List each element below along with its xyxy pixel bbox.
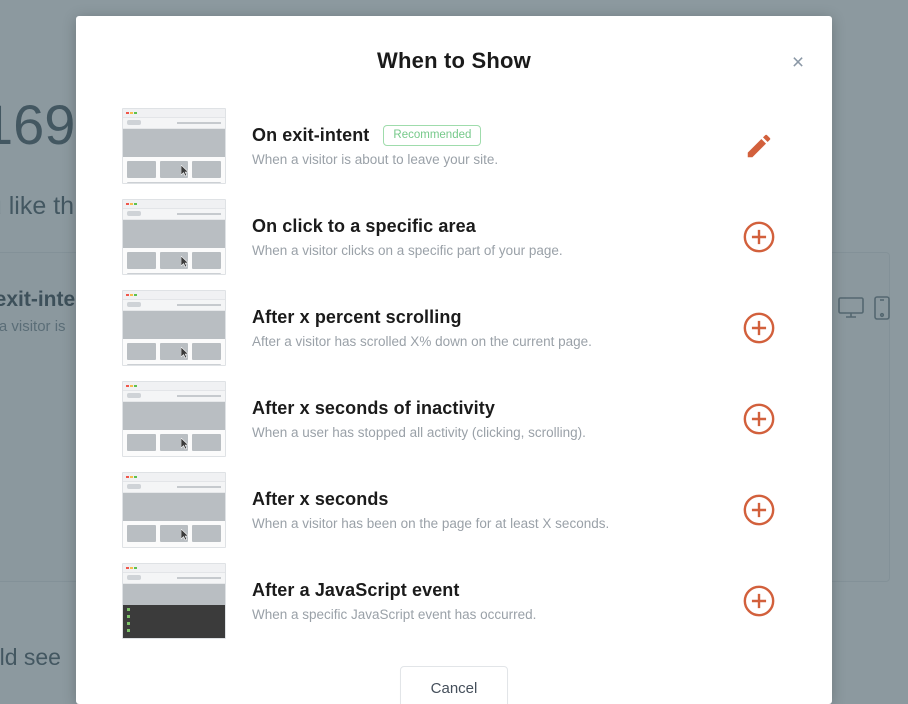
option-title: On exit-intent	[252, 124, 370, 145]
option-row-seconds[interactable]: After x seconds When a visitor has been …	[122, 464, 788, 555]
add-button[interactable]	[730, 493, 788, 527]
option-row-click-area[interactable]: On click to a specific area When a visit…	[122, 191, 788, 282]
thumbnail-click-area	[122, 198, 226, 275]
cancel-button[interactable]: Cancel	[399, 666, 509, 704]
option-text-javascript-event: After a JavaScript event When a specific…	[226, 580, 730, 622]
option-description: When a visitor is about to leave your si…	[252, 151, 499, 167]
options-list: On exit-intent Recommended When a visito…	[76, 100, 832, 646]
plus-circle-icon	[742, 220, 776, 254]
option-text-seconds: After x seconds When a visitor has been …	[226, 489, 730, 531]
page-title: When to Show	[377, 48, 531, 73]
plus-circle-icon	[742, 402, 776, 436]
option-description: When a visitor clicks on a specific part…	[252, 242, 563, 258]
thumbnail-percent-scrolling	[122, 289, 226, 366]
option-text-inactivity: After x seconds of inactivity When a use…	[226, 398, 730, 440]
option-title: After x seconds	[252, 488, 389, 509]
plus-circle-icon	[742, 493, 776, 527]
option-title: After a JavaScript event	[252, 579, 460, 600]
console-panel	[123, 604, 225, 638]
option-title: After x percent scrolling	[252, 306, 462, 327]
option-description: When a user has stopped all activity (cl…	[252, 424, 586, 440]
add-button[interactable]	[730, 220, 788, 254]
add-button[interactable]	[730, 402, 788, 436]
status-badge: Recommended	[383, 124, 482, 146]
option-row-inactivity[interactable]: After x seconds of inactivity When a use…	[122, 373, 788, 464]
edit-button[interactable]	[730, 131, 788, 161]
thumbnail-inactivity	[122, 380, 226, 457]
option-description: After a visitor has scrolled X% down on …	[252, 333, 592, 349]
pencil-icon	[744, 131, 774, 161]
thumbnail-javascript-event	[122, 562, 226, 639]
modal-footer: Cancel	[76, 666, 832, 704]
thumbnail-exit-intent	[122, 107, 226, 184]
option-text-exit-intent: On exit-intent Recommended When a visito…	[226, 124, 730, 167]
option-title: After x seconds of inactivity	[252, 397, 495, 418]
option-text-percent-scrolling: After x percent scrolling After a visito…	[226, 307, 730, 349]
add-button[interactable]	[730, 311, 788, 345]
option-text-click-area: On click to a specific area When a visit…	[226, 216, 730, 258]
thumbnail-seconds	[122, 471, 226, 548]
option-description: When a visitor has been on the page for …	[252, 515, 610, 531]
option-row-javascript-event[interactable]: After a JavaScript event When a specific…	[122, 555, 788, 646]
plus-circle-icon	[742, 584, 776, 618]
option-description: When a specific JavaScript event has occ…	[252, 606, 537, 622]
add-button[interactable]	[730, 584, 788, 618]
close-icon[interactable]: ×	[780, 44, 816, 80]
option-title: On click to a specific area	[252, 215, 476, 236]
option-row-exit-intent[interactable]: On exit-intent Recommended When a visito…	[122, 100, 788, 191]
when-to-show-modal: When to Show × On exit-intent Recommende…	[76, 16, 832, 704]
option-row-percent-scrolling[interactable]: After x percent scrolling After a visito…	[122, 282, 788, 373]
plus-circle-icon	[742, 311, 776, 345]
